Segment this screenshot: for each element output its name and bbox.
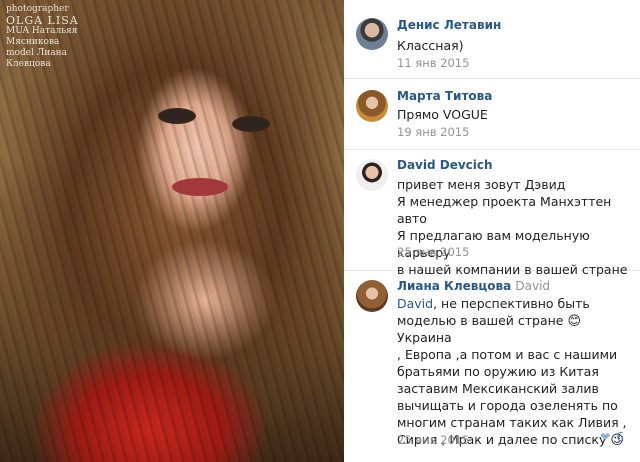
comment-text-part: многим странам таких как Ливия ,: [397, 415, 627, 430]
post-photo[interactable]: photographer OLGA LISA MUA Натальяя Мясн…: [0, 0, 344, 462]
avatar[interactable]: [356, 280, 388, 312]
credit-line: model Лиана: [6, 48, 68, 58]
comment-text-part: , не перспективно быть: [433, 296, 590, 311]
comment-text: David, не перспективно быть моделью в ва…: [397, 295, 637, 448]
comment-text-part: Украина: [397, 330, 452, 345]
comment-text-part: моделью в вашей стране: [397, 313, 564, 328]
avatar[interactable]: [356, 159, 388, 191]
comment-text-line: Я менеджер проекта Манхэттен авто: [397, 194, 612, 226]
comment-author[interactable]: David Devcich: [397, 158, 493, 172]
comment-date[interactable]: 25 янв 2015: [397, 245, 469, 259]
heart-icon: ❤: [600, 430, 611, 444]
credit-line: Мясникова: [6, 37, 60, 47]
like-count: 6: [616, 430, 624, 444]
comment-item: Лиана Клевцова David David, не перспекти…: [344, 270, 640, 462]
comment-text-part: вычищать и города озеленять по: [397, 398, 618, 413]
photo-left-eye: [158, 108, 196, 124]
comment-item: Марта Титова Прямо VOGUE 19 янв 2015: [344, 78, 640, 150]
comment-author[interactable]: Марта Титова: [397, 89, 492, 103]
photo-right-eye: [232, 116, 270, 132]
smile-emoji-icon: 😊: [567, 314, 582, 329]
comment-item: Денис Летавин Классная) 11 янв 2015: [344, 0, 640, 79]
avatar[interactable]: [356, 18, 388, 50]
comment-date[interactable]: 11 янв 2015: [397, 56, 469, 70]
comment-text-line: привет меня зовут Дэвид: [397, 177, 566, 192]
comment-date[interactable]: 19 янв 2015: [397, 125, 469, 139]
photo-credit-watermark: photographer OLGA LISA MUA Натальяя Мясн…: [6, 4, 79, 70]
comment-text: Прямо VOGUE: [397, 107, 488, 122]
comment-text-part: заставим Мексиканский залив: [397, 381, 599, 396]
comment-author[interactable]: Денис Летавин: [397, 18, 501, 32]
credit-line: MUA Натальяя: [6, 26, 78, 36]
like-button[interactable]: ❤ 6: [600, 430, 624, 444]
credit-line: Клевцова: [6, 59, 51, 69]
photo-lips: [172, 178, 228, 196]
comment-text: Классная): [397, 38, 464, 53]
comment-text: привет меня зовут Дэвид Я менеджер проек…: [397, 176, 637, 278]
comment-date[interactable]: 25 янв 2015: [397, 433, 469, 447]
comment-text-part: братьями по оружию из Китая: [397, 364, 599, 379]
mention-link[interactable]: David: [397, 296, 433, 311]
comment-author[interactable]: Лиана Клевцова David: [397, 279, 550, 293]
avatar[interactable]: [356, 90, 388, 122]
comment-author-name[interactable]: Лиана Клевцова: [397, 279, 511, 293]
reply-to-name[interactable]: David: [515, 279, 550, 293]
comments-panel: Денис Летавин Классная) 11 янв 2015 Март…: [344, 0, 640, 462]
comment-item: David Devcich привет меня зовут Дэвид Я …: [344, 149, 640, 277]
credit-line: OLGA LISA: [6, 14, 79, 27]
comment-text-part: , Европа ,а потом и вас с нашими: [397, 347, 618, 362]
